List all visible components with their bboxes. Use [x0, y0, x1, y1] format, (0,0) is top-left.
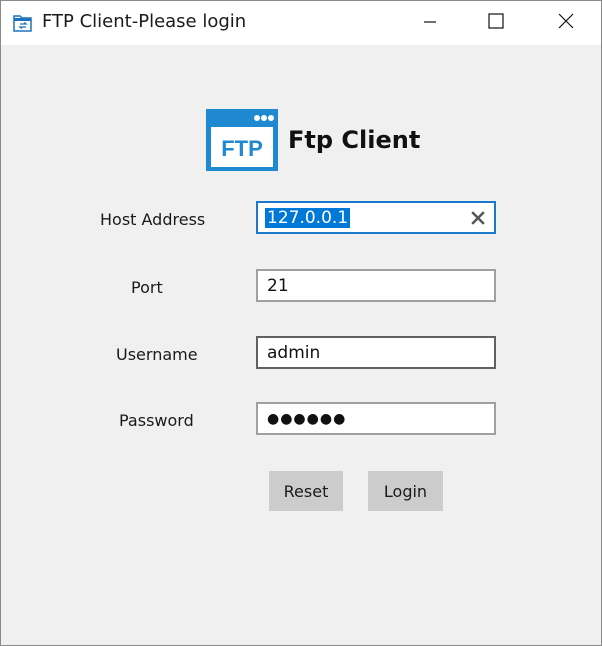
logo-text: FTP — [221, 136, 263, 161]
username-label: Username — [116, 345, 198, 364]
host-address-input[interactable]: 127.0.0.1 — [256, 201, 496, 234]
maximize-icon — [488, 13, 504, 33]
reset-button[interactable]: Reset — [269, 471, 343, 511]
login-window: FTP Client-Please login FTP Ftp Client H… — [0, 0, 602, 646]
port-label: Port — [131, 278, 163, 297]
password-mask: ●●●●●● — [267, 411, 347, 427]
clear-x-icon[interactable] — [470, 210, 486, 226]
minimize-icon — [423, 14, 437, 33]
host-label: Host Address — [100, 210, 206, 229]
username-input[interactable]: admin — [256, 336, 496, 369]
minimize-button[interactable] — [407, 1, 453, 45]
host-address-value: 127.0.0.1 — [265, 208, 351, 228]
title-bar[interactable]: FTP Client-Please login — [1, 1, 601, 45]
port-input[interactable]: 21 — [256, 269, 496, 302]
app-brand-name: Ftp Client — [288, 126, 421, 154]
ftp-logo-icon: FTP — [206, 109, 278, 171]
maximize-button[interactable] — [473, 1, 519, 45]
close-button[interactable] — [543, 1, 589, 45]
password-input[interactable]: ●●●●●● — [256, 402, 496, 435]
login-button[interactable]: Login — [368, 471, 443, 511]
password-label: Password — [119, 411, 194, 430]
window-title: FTP Client-Please login — [42, 11, 247, 32]
app-folder-icon — [13, 13, 33, 33]
username-value: admin — [267, 343, 321, 363]
close-icon — [558, 13, 574, 33]
port-value: 21 — [267, 276, 289, 296]
